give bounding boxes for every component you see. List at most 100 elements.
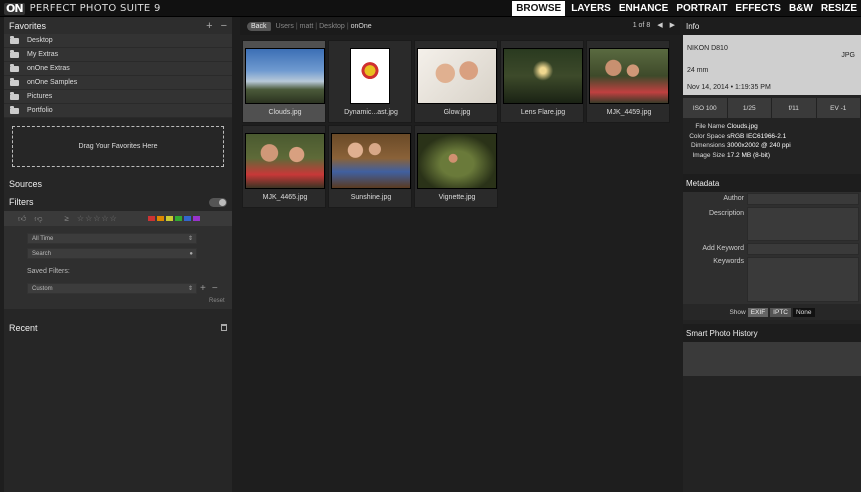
filters-panel: 👍︎ 👎︎ ≥ ☆☆☆☆☆ All Time ⇕ Search ● Saved Fi… bbox=[4, 211, 232, 309]
thumbnail-name: MJK_4465.jpg bbox=[262, 194, 308, 201]
show-exif-button[interactable]: EXIF bbox=[747, 307, 769, 317]
show-label: Show bbox=[729, 308, 746, 316]
thumbnail[interactable]: Lens Flare.jpg bbox=[500, 40, 584, 123]
thumbnail[interactable]: Dynamic...ast.jpg bbox=[328, 40, 412, 123]
thumbnail[interactable]: Sunshine.jpg bbox=[328, 125, 412, 208]
metadata-show-row: Show EXIF IPTC None bbox=[683, 304, 861, 320]
add-filter-icon[interactable]: + bbox=[200, 283, 206, 294]
breadcrumb-onone[interactable]: onOne bbox=[351, 23, 372, 30]
photo-mjk-4459 bbox=[589, 48, 669, 104]
tab-portrait[interactable]: PORTRAIT bbox=[672, 1, 731, 16]
recent-title: Recent bbox=[9, 322, 38, 333]
folder-icon bbox=[10, 91, 19, 100]
favorites-title: Favorites bbox=[9, 20, 47, 31]
app-logo: ON PERFECT PHOTO SUITE 9 bbox=[4, 2, 161, 15]
updown-icon: ⇕ bbox=[187, 286, 193, 292]
folder-icon bbox=[10, 63, 19, 72]
previous-icon[interactable]: ◀ bbox=[657, 21, 662, 29]
aperture-value: f/11 bbox=[772, 98, 817, 118]
color-label-swatch[interactable] bbox=[174, 216, 182, 221]
filters-toggle[interactable] bbox=[209, 197, 227, 207]
thumbnail-name: Lens Flare.jpg bbox=[520, 109, 566, 116]
tab-resize[interactable]: RESIZE bbox=[817, 1, 861, 16]
saved-filters-label: Saved Filters: bbox=[27, 268, 70, 275]
add-keyword-field[interactable] bbox=[747, 243, 859, 255]
thumbnail-name: Glow.jpg bbox=[443, 109, 471, 116]
remove-icon[interactable]: − bbox=[221, 20, 227, 32]
next-icon[interactable]: ▶ bbox=[670, 21, 675, 29]
back-button[interactable]: Back bbox=[247, 21, 271, 31]
color-label-swatch[interactable] bbox=[183, 216, 191, 221]
favorites-drop-zone[interactable]: Drag Your Favorites Here bbox=[12, 126, 224, 167]
thumbnail[interactable]: MJK_4459.jpg bbox=[586, 40, 670, 123]
exposure-value: EV -1 bbox=[817, 98, 861, 118]
onone-logo-icon: ON bbox=[4, 1, 25, 15]
remove-filter-icon[interactable]: − bbox=[212, 283, 218, 294]
tab-bw[interactable]: B&W bbox=[785, 1, 817, 16]
greater-equal-icon[interactable]: ≥ bbox=[65, 214, 69, 223]
favorite-item-pictures[interactable]: Pictures bbox=[4, 90, 232, 104]
show-none-button[interactable]: None bbox=[792, 307, 815, 317]
thumbnail[interactable]: Vignette.jpg bbox=[414, 125, 498, 208]
photo-glow bbox=[417, 48, 497, 104]
path-bar: Back Users | matt | Desktop | onOne 1 of… bbox=[240, 17, 680, 35]
tab-layers[interactable]: LAYERS bbox=[567, 1, 615, 16]
color-label-swatch[interactable] bbox=[165, 216, 173, 221]
filters-title: Filters bbox=[9, 197, 34, 207]
photo-sunshine bbox=[331, 133, 411, 189]
color-label-swatch[interactable] bbox=[192, 216, 200, 221]
keywords-field[interactable] bbox=[747, 257, 859, 302]
file-format: JPG bbox=[841, 52, 855, 59]
breadcrumb-users[interactable]: Users bbox=[276, 23, 294, 30]
color-label-filter[interactable] bbox=[147, 216, 200, 221]
page-indicator: 1 of 8 bbox=[632, 21, 651, 29]
history-title: Smart Photo History bbox=[683, 324, 861, 342]
color-label-swatch[interactable] bbox=[156, 216, 164, 221]
show-iptc-button[interactable]: IPTC bbox=[770, 307, 791, 317]
search-input[interactable]: Search ● bbox=[27, 248, 197, 259]
thumbs-down-icon[interactable]: 👎︎ bbox=[34, 214, 42, 224]
thumbnail-name: MJK_4459.jpg bbox=[606, 109, 652, 116]
add-icon[interactable]: + bbox=[206, 20, 212, 32]
breadcrumb-desktop[interactable]: Desktop bbox=[319, 23, 345, 30]
tab-enhance[interactable]: ENHANCE bbox=[615, 1, 672, 16]
favorite-item-portfolio[interactable]: Portfolio bbox=[4, 104, 232, 118]
author-field[interactable] bbox=[747, 193, 859, 205]
left-panel: Favorites + − Desktop My Extras onOne Ex… bbox=[4, 17, 232, 492]
favorite-item-desktop[interactable]: Desktop bbox=[4, 34, 232, 48]
thumbnail[interactable]: MJK_4465.jpg bbox=[242, 125, 326, 208]
browser-panel: Back Users | matt | Desktop | onOne 1 of… bbox=[240, 17, 680, 492]
folder-icon bbox=[10, 49, 19, 58]
thumbnail[interactable]: Glow.jpg bbox=[414, 40, 498, 123]
image-size-row: Image Size 17.2 MB (8-bit) bbox=[692, 151, 770, 159]
saved-filter-select[interactable]: Custom ⇕ bbox=[27, 283, 197, 294]
favorite-item-my-extras[interactable]: My Extras bbox=[4, 48, 232, 62]
sources-header[interactable]: Sources bbox=[4, 175, 232, 193]
color-label-swatch[interactable] bbox=[147, 216, 155, 221]
top-bar: ON PERFECT PHOTO SUITE 9 BROWSE LAYERS E… bbox=[0, 0, 861, 17]
tab-effects[interactable]: EFFECTS bbox=[731, 1, 785, 16]
recent-header: Recent bbox=[4, 319, 232, 336]
favorites-list: Desktop My Extras onOne Extras onOne Sam… bbox=[4, 34, 232, 118]
thumbs-up-icon[interactable]: 👍︎ bbox=[18, 214, 26, 224]
focal-length: 24 mm bbox=[687, 67, 709, 74]
breadcrumb-matt[interactable]: matt bbox=[300, 23, 314, 30]
folder-icon bbox=[10, 35, 19, 44]
favorite-item-onone-samples[interactable]: onOne Samples bbox=[4, 76, 232, 90]
search-clear-icon[interactable]: ● bbox=[189, 249, 193, 259]
time-select[interactable]: All Time ⇕ bbox=[27, 233, 197, 244]
trash-icon[interactable] bbox=[221, 324, 227, 331]
thumbnail[interactable]: Clouds.jpg bbox=[242, 40, 326, 123]
module-tabs: BROWSE LAYERS ENHANCE PORTRAIT EFFECTS B… bbox=[512, 0, 861, 17]
metadata-form: Author Description Add Keyword Keywords bbox=[683, 192, 861, 304]
folder-icon bbox=[10, 105, 19, 114]
history-list bbox=[683, 342, 861, 376]
capture-date: Nov 14, 2014 • 1:19:35 PM bbox=[687, 84, 771, 91]
tab-browse[interactable]: BROWSE bbox=[512, 1, 566, 16]
description-field[interactable] bbox=[747, 207, 859, 241]
favorite-item-onone-extras[interactable]: onOne Extras bbox=[4, 62, 232, 76]
photo-vignette bbox=[417, 133, 497, 189]
reset-link[interactable]: Reset bbox=[209, 298, 225, 304]
camera-info: NIKON D810 JPG 24 mm Nov 14, 2014 • 1:19… bbox=[683, 35, 861, 95]
star-rating[interactable]: ☆☆☆☆☆ bbox=[77, 214, 118, 223]
